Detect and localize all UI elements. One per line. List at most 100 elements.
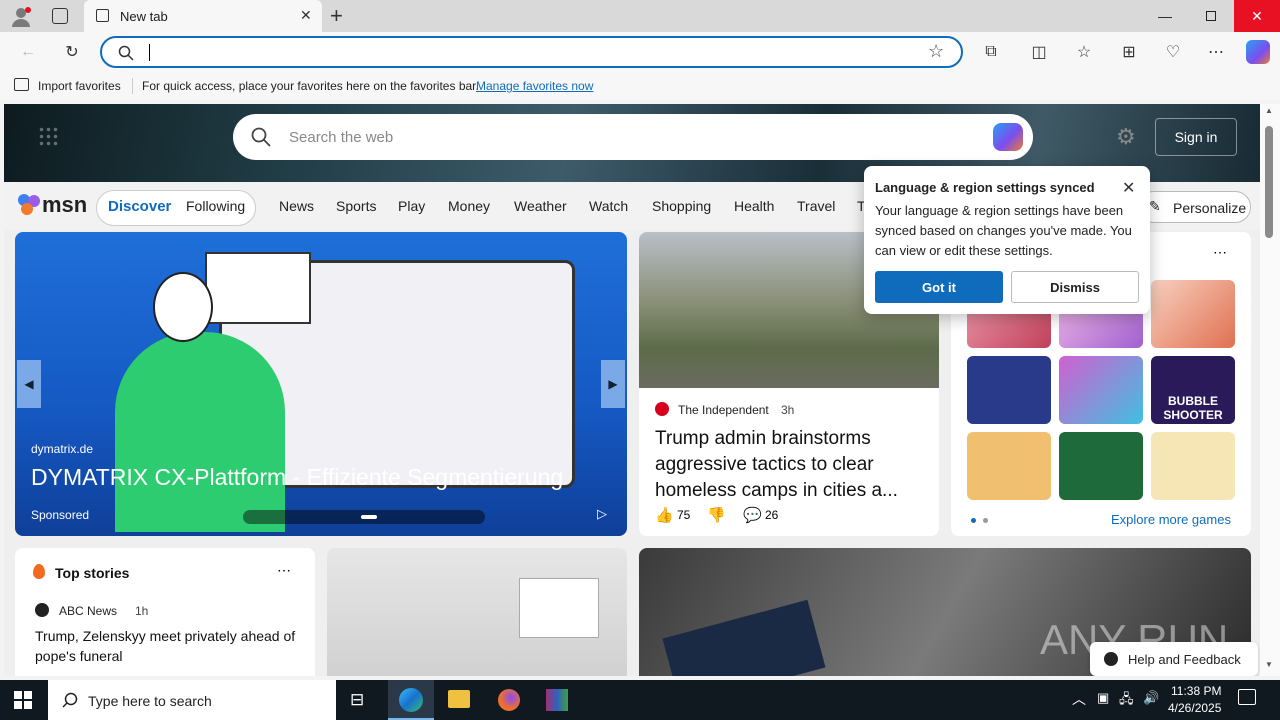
nav-news[interactable]: News xyxy=(279,198,314,214)
carousel-dots[interactable] xyxy=(243,510,485,524)
like-icon[interactable]: 👍 xyxy=(655,506,674,524)
profile-icon[interactable] xyxy=(10,6,32,28)
comment-icon[interactable]: 💬 xyxy=(743,506,762,524)
game-tile[interactable] xyxy=(1059,432,1143,500)
got-it-button[interactable]: Got it xyxy=(875,271,1003,303)
clock-date[interactable]: 4/26/2025 xyxy=(1168,701,1221,715)
games-page-dot[interactable] xyxy=(983,518,988,523)
network-icon[interactable]: 🖧 xyxy=(1119,690,1134,712)
top-stories-card: Top stories ⋯ ABC News 1h Trump, Zelensk… xyxy=(15,548,315,676)
manage-favorites-link[interactable]: Manage favorites now xyxy=(476,79,593,93)
carousel-prev-button[interactable]: ◀ xyxy=(17,360,41,408)
file-explorer-icon[interactable] xyxy=(448,690,470,708)
volume-icon[interactable]: 🔊 xyxy=(1143,690,1159,706)
game-tile-bubble-shooter[interactable]: BUBBLE SHOOTER xyxy=(1151,356,1235,424)
top-stories-more-icon[interactable]: ⋯ xyxy=(277,562,291,579)
games-more-icon[interactable]: ⋯ xyxy=(1213,244,1227,261)
game-tile[interactable] xyxy=(1059,356,1143,424)
nav-health[interactable]: Health xyxy=(734,198,774,214)
close-window-button[interactable]: ✕ xyxy=(1234,0,1280,32)
scroll-up-icon[interactable]: ▲ xyxy=(1265,106,1273,115)
promo-image-card[interactable] xyxy=(327,548,627,676)
sign-in-button[interactable]: Sign in xyxy=(1155,118,1237,156)
help-feedback-button[interactable]: Help and Feedback xyxy=(1090,642,1258,676)
nav-play[interactable]: Play xyxy=(398,198,425,214)
refresh-icon[interactable]: ↻ xyxy=(61,41,83,63)
firefox-icon[interactable] xyxy=(498,689,520,711)
tab-discover[interactable]: Discover xyxy=(108,198,171,215)
top-stories-title: Top stories xyxy=(55,565,130,581)
story-source: ABC News xyxy=(59,604,118,618)
import-favorites-button[interactable]: Import favorites xyxy=(38,79,121,93)
tab-new-tab[interactable]: New tab ✕ xyxy=(84,0,322,32)
address-bar[interactable]: ☆ xyxy=(100,36,963,68)
clock-time[interactable]: 11:38 PM xyxy=(1171,684,1221,698)
tab-actions-icon[interactable] xyxy=(52,8,68,24)
winrar-icon[interactable] xyxy=(546,689,568,711)
tray-chevron-icon[interactable]: ︿ xyxy=(1072,689,1086,709)
toolbar: ← ↻ ☆ ⧉ ◫ ☆ ⊞ ♡ ⋯ xyxy=(0,32,1280,72)
page-scrollbar[interactable]: ▲ ▼ xyxy=(1260,104,1280,676)
settings-gear-icon[interactable]: ⚙ xyxy=(1116,124,1136,150)
edge-icon xyxy=(399,688,423,712)
task-view-icon[interactable]: ⊟ xyxy=(350,690,364,710)
dismiss-button[interactable]: Dismiss xyxy=(1011,271,1139,303)
games-page-dot[interactable] xyxy=(971,518,976,523)
split-screen-icon[interactable]: ◫ xyxy=(1028,41,1050,63)
ad-choices-icon[interactable]: ▷ xyxy=(597,506,607,522)
restore-button[interactable] xyxy=(1188,0,1234,32)
explore-games-link[interactable]: Explore more games xyxy=(1111,512,1231,527)
tray-device-icon[interactable]: ▣ xyxy=(1097,690,1109,706)
personalize-button[interactable]: ✎ Personalize xyxy=(1138,191,1251,223)
search-icon xyxy=(62,692,78,708)
news-headline[interactable]: Trump admin brainstorms aggressive tacti… xyxy=(655,426,927,504)
game-tile[interactable] xyxy=(1151,280,1235,348)
web-search-box[interactable]: Search the web xyxy=(233,114,1033,160)
edge-taskbar-button[interactable] xyxy=(388,680,434,720)
start-windows-icon[interactable] xyxy=(14,691,32,709)
tab-title: New tab xyxy=(120,9,168,24)
apps-grid-icon[interactable] xyxy=(38,126,58,146)
nav-watch[interactable]: Watch xyxy=(589,198,628,214)
game-tile[interactable] xyxy=(1151,432,1235,500)
nav-shopping[interactable]: Shopping xyxy=(652,198,711,214)
ad-title[interactable]: DYMATRIX CX-Plattform - Effiziente Segme… xyxy=(31,464,563,491)
notifications-icon[interactable] xyxy=(1238,689,1256,705)
new-tab-button[interactable]: + xyxy=(330,3,343,29)
sponsored-label: Sponsored xyxy=(31,508,90,522)
scroll-down-icon[interactable]: ▼ xyxy=(1265,660,1273,669)
popup-close-icon[interactable]: ✕ xyxy=(1122,178,1135,198)
illustration-chart xyxy=(205,252,311,324)
settings-synced-popup: Language & region settings synced ✕ Your… xyxy=(864,166,1150,314)
taskbar-search-box[interactable]: Type here to search xyxy=(48,680,336,720)
dislike-icon[interactable]: 👎 xyxy=(707,506,726,524)
news-age: 3h xyxy=(781,403,795,417)
carousel-next-button[interactable]: ▶ xyxy=(601,360,625,408)
copilot-icon[interactable] xyxy=(1246,40,1270,64)
nav-sports[interactable]: Sports xyxy=(336,198,376,214)
back-icon[interactable]: ← xyxy=(17,41,39,63)
nav-money[interactable]: Money xyxy=(448,198,490,214)
story-age: 1h xyxy=(135,604,149,618)
favorite-star-icon[interactable]: ☆ xyxy=(928,41,944,62)
story-headline[interactable]: Trump, Zelenskyy meet privately ahead of… xyxy=(35,626,305,666)
msn-logo-icon[interactable] xyxy=(16,192,42,216)
nav-weather[interactable]: Weather xyxy=(514,198,567,214)
tab-following[interactable]: Following xyxy=(186,198,245,214)
extensions-icon[interactable]: ⧉ xyxy=(980,41,1002,63)
favorites-bar: Import favorites For quick access, place… xyxy=(0,72,1280,100)
game-tile[interactable] xyxy=(967,432,1051,500)
import-favorites-icon[interactable] xyxy=(14,78,29,91)
collections-icon[interactable]: ⊞ xyxy=(1118,41,1140,63)
nav-travel[interactable]: Travel xyxy=(797,198,835,214)
minimize-button[interactable]: — xyxy=(1142,0,1188,32)
copilot-icon[interactable] xyxy=(993,123,1023,151)
scroll-thumb[interactable] xyxy=(1265,126,1273,238)
more-options-icon[interactable]: ⋯ xyxy=(1205,41,1227,63)
game-tile[interactable] xyxy=(967,356,1051,424)
browser-essentials-icon[interactable]: ♡ xyxy=(1162,41,1184,63)
hero-ad-card[interactable]: ◀ ▶ dymatrix.de DYMATRIX CX-Plattform - … xyxy=(15,232,627,536)
active-dot xyxy=(361,515,377,519)
favorites-icon[interactable]: ☆ xyxy=(1073,41,1095,63)
close-tab-icon[interactable]: ✕ xyxy=(300,7,312,24)
